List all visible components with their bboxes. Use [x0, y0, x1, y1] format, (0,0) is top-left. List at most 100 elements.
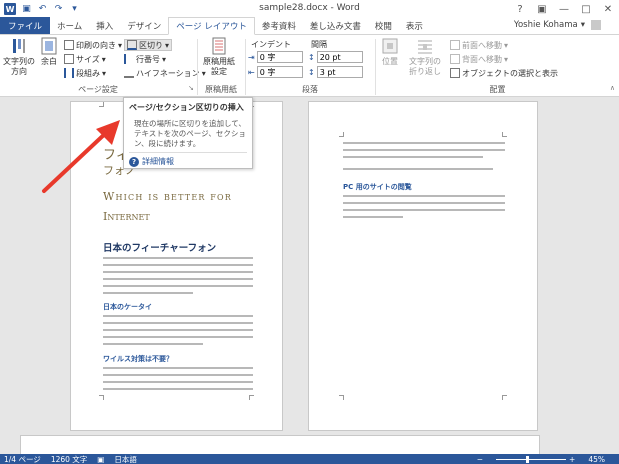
position-label: 位置	[382, 57, 398, 66]
page-corner-mark	[249, 395, 254, 400]
spacing-before-input[interactable]	[316, 51, 363, 63]
tooltip-divider	[129, 152, 247, 153]
tab-references[interactable]: 参考資料	[255, 17, 303, 34]
paragraph-group-label: 段落	[302, 85, 318, 94]
indent-left-icon: ⇥	[248, 52, 255, 62]
indent-right-input[interactable]	[256, 66, 303, 78]
word-logo-icon: W	[4, 3, 16, 15]
collapse-ribbon-icon[interactable]: ∧	[610, 84, 615, 92]
text-line	[103, 329, 253, 331]
section-heading: 日本のフィーチャーフォン	[103, 243, 217, 254]
page-corner-mark	[502, 395, 507, 400]
dialog-launcher-icon[interactable]: ↘	[188, 84, 194, 92]
zoom-level[interactable]: 45%	[588, 455, 605, 464]
selection-pane-button[interactable]: オブジェクトの選択と表示	[450, 67, 558, 79]
doc-title-line3: Which is better for	[103, 190, 233, 203]
hyphenation-button[interactable]: ハイフネーション ▾	[124, 67, 206, 79]
orientation-button[interactable]: 印刷の向き ▾	[64, 39, 122, 51]
customize-qat-icon[interactable]: ▾	[69, 4, 80, 15]
manuscript-settings-button[interactable]: 原稿用紙 設定	[200, 37, 238, 77]
wrap-text-button[interactable]: 文字列の 折り返し	[405, 37, 445, 77]
maximize-icon[interactable]: □	[575, 0, 597, 18]
proofing-icon[interactable]: ▣	[97, 455, 104, 464]
redo-icon[interactable]: ↷	[53, 4, 64, 15]
minimize-icon[interactable]: —	[553, 0, 575, 18]
tab-insert[interactable]: 挿入	[89, 17, 120, 34]
status-bar: 1/4 ページ 1260 文字 ▣ 日本語 − + 45%	[0, 454, 619, 464]
indent-header: インデント	[251, 39, 291, 49]
word-count[interactable]: 1260 文字	[51, 454, 87, 464]
columns-icon	[64, 68, 74, 78]
columns-button[interactable]: 段組み ▾	[64, 67, 106, 79]
language[interactable]: 日本語	[114, 454, 137, 464]
spacing-before-control: ↕	[308, 51, 363, 63]
page-setup-group-label: ページ設定	[78, 85, 118, 94]
doc-title-line4: Internet	[103, 210, 150, 223]
spacing-before-icon: ↕	[308, 52, 315, 62]
help-icon: ?	[129, 156, 139, 167]
tab-design[interactable]: デザイン	[120, 17, 168, 34]
chevron-down-icon: ▾	[162, 54, 167, 64]
close-icon[interactable]: ✕	[597, 0, 619, 18]
columns-label: 段組み	[76, 68, 100, 78]
bring-forward-button[interactable]: 前面へ移動 ▾	[450, 39, 508, 51]
text-direction-label: 文字列の 方向	[3, 57, 35, 76]
paper-group-label: 原稿用紙	[205, 85, 237, 94]
tab-file[interactable]: ファイル	[0, 17, 51, 34]
zoom-control: − + 45%	[477, 454, 615, 464]
zoom-slider[interactable]	[496, 455, 567, 463]
spacing-after-input[interactable]	[316, 66, 363, 78]
tab-page-layout[interactable]: ページ レイアウト	[168, 17, 255, 35]
zoom-in-icon[interactable]: +	[569, 455, 575, 464]
breaks-tooltip: ページ/セクション区切りの挿入 現在の場所に区切りを追加して、テキストを次のペー…	[123, 97, 253, 169]
text-direction-button[interactable]: 文字列の 方向	[3, 37, 35, 77]
tab-home[interactable]: ホーム	[50, 17, 89, 34]
page-corner-mark	[339, 132, 344, 137]
orientation-label: 印刷の向き	[76, 40, 116, 50]
line-numbers-button[interactable]: 行番号 ▾	[124, 53, 166, 65]
text-line	[343, 149, 505, 151]
manuscript-paper-icon	[212, 37, 226, 55]
send-backward-icon	[450, 54, 460, 64]
page-count[interactable]: 1/4 ページ	[4, 454, 41, 464]
tab-view[interactable]: 表示	[399, 17, 430, 34]
document-area[interactable]: フィ フォノ Which is better for Internet 日本のフ…	[0, 97, 619, 464]
chevron-down-icon: ▾	[101, 54, 106, 64]
zoom-out-icon[interactable]: −	[477, 455, 483, 464]
position-button[interactable]: 位置	[379, 37, 401, 67]
margins-button[interactable]: 余白	[37, 37, 61, 67]
position-icon	[382, 38, 398, 54]
tooltip-more-info-link[interactable]: ? 詳細情報	[129, 156, 247, 167]
text-direction-icon	[13, 39, 25, 53]
text-line	[343, 216, 403, 218]
size-button[interactable]: サイズ ▾	[64, 53, 106, 65]
page-corner-mark	[339, 395, 344, 400]
selection-pane-icon	[450, 68, 460, 78]
save-icon[interactable]: ▣	[21, 4, 32, 15]
tooltip-link-label: 詳細情報	[142, 157, 174, 166]
text-line	[103, 374, 253, 376]
send-backward-button[interactable]: 背面へ移動 ▾	[450, 53, 508, 65]
user-account[interactable]: Yoshie Kohama ▾	[514, 20, 601, 30]
title-bar: W ▣ ↶ ↷ ▾ sample28.docx - Word ? ▣ — □ ✕	[0, 0, 619, 18]
breaks-button[interactable]: 区切り ▾	[124, 39, 173, 51]
text-line	[103, 271, 253, 273]
indent-right-icon: ⇤	[248, 67, 255, 77]
undo-icon[interactable]: ↶	[37, 4, 48, 15]
text-line	[103, 278, 253, 280]
ribbon-display-icon[interactable]: ▣	[531, 0, 553, 18]
help-icon[interactable]: ?	[509, 0, 531, 18]
page-2[interactable]: PC 用のサイトの閲覧	[308, 101, 538, 431]
text-line	[103, 322, 253, 324]
page-corner-mark	[99, 102, 104, 107]
tab-mailings[interactable]: 差し込み文書	[303, 17, 368, 34]
text-line	[103, 388, 253, 390]
text-line	[343, 156, 483, 158]
text-line	[343, 202, 505, 204]
wrap-text-label: 文字列の 折り返し	[409, 57, 441, 76]
tab-review[interactable]: 校閲	[368, 17, 399, 34]
quick-access-toolbar: W ▣ ↶ ↷ ▾	[0, 3, 80, 15]
breaks-icon	[127, 40, 137, 50]
indent-left-input[interactable]	[256, 51, 303, 63]
bring-forward-label: 前面へ移動	[462, 40, 502, 50]
